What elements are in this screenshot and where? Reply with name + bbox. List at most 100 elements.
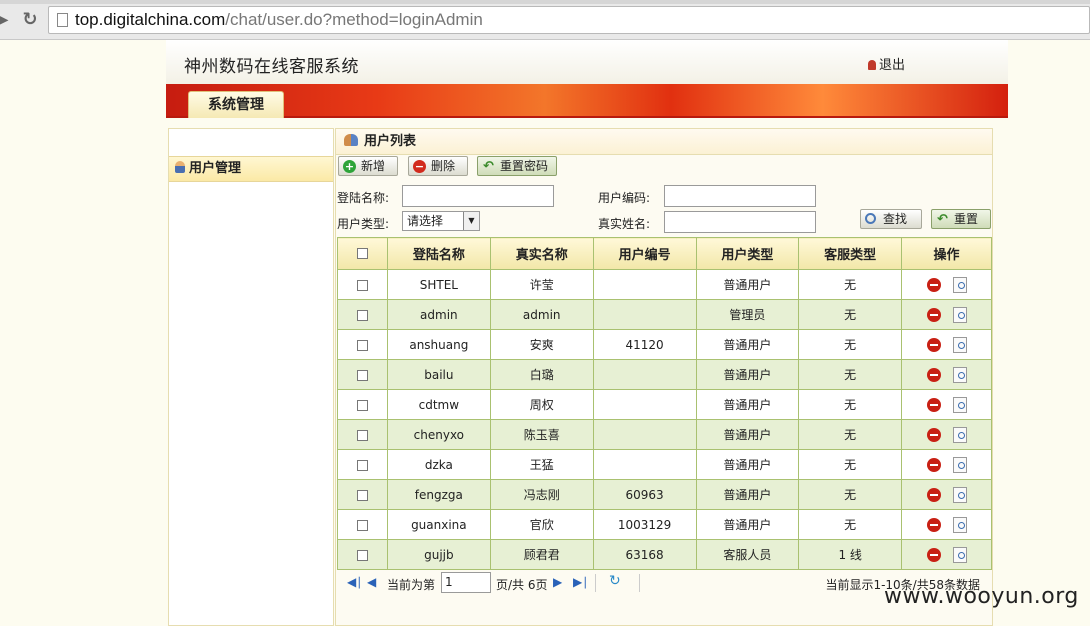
row-checkbox[interactable] xyxy=(356,519,368,531)
search-label: 查找 xyxy=(883,212,908,226)
row-checkbox[interactable] xyxy=(356,429,368,441)
last-page-icon[interactable]: ▶∣ xyxy=(573,575,588,589)
user-code-input[interactable] xyxy=(664,185,816,207)
view-details-icon[interactable] xyxy=(952,456,967,473)
sidebar-item-label: 用户管理 xyxy=(189,161,242,176)
table-row[interactable]: gujjb 顾君君 63168 客服人员 1 线 xyxy=(337,539,992,570)
tab-strip xyxy=(0,0,1090,4)
table-body: SHTEL 许莹 普通用户无 admin admin 管理员无 anshuang 安爽 4112… xyxy=(337,269,992,570)
delete-row-icon[interactable] xyxy=(926,397,941,412)
url-text[interactable]: top.digitalchina.com/chat/user.do?method… xyxy=(75,10,483,30)
delete-row-icon[interactable] xyxy=(926,517,941,532)
row-actions xyxy=(901,419,992,450)
chevron-down-icon[interactable]: ▼ xyxy=(463,212,479,230)
delete-row-icon[interactable] xyxy=(926,457,941,472)
col-header[interactable]: 真实名称 xyxy=(489,237,594,270)
row-select-cell xyxy=(337,449,388,480)
back-arrow-icon[interactable]: ▸ xyxy=(0,9,14,31)
user-type-select[interactable]: 请选择 ▼ xyxy=(402,211,480,231)
first-page-icon[interactable]: ◀∣ xyxy=(347,575,362,589)
tab-system-management[interactable]: 系统管理 xyxy=(188,91,284,118)
delete-row-icon[interactable] xyxy=(926,427,941,442)
row-checkbox[interactable] xyxy=(356,459,368,471)
view-details-icon[interactable] xyxy=(952,486,967,503)
delete-row-icon[interactable] xyxy=(926,307,941,322)
view-details-icon[interactable] xyxy=(952,306,967,323)
col-header[interactable]: 用户编号 xyxy=(592,237,697,270)
view-details-icon[interactable] xyxy=(952,366,967,383)
col-header[interactable]: 客服类型 xyxy=(798,237,903,270)
delete-button[interactable]: − 删除 xyxy=(408,156,468,176)
view-details-icon[interactable] xyxy=(952,276,967,293)
prev-page-icon[interactable]: ◀ xyxy=(367,575,376,589)
row-actions xyxy=(901,539,992,570)
user-table: 登陆名称 真实名称 用户编号 用户类型 客服类型 操作 SHTEL 许莹 普通用户无… xyxy=(337,237,992,570)
table-cell: guanxina xyxy=(386,509,491,540)
table-row[interactable]: guanxina 官欣 1003129 普通用户无 xyxy=(337,509,992,540)
table-cell: cdtmw xyxy=(386,389,491,420)
table-row[interactable]: SHTEL 许莹 普通用户无 xyxy=(337,269,992,300)
row-checkbox[interactable] xyxy=(356,339,368,351)
delete-row-icon[interactable] xyxy=(926,337,941,352)
table-cell: 无 xyxy=(798,329,903,360)
table-cell: 无 xyxy=(798,509,903,540)
page-number-input[interactable]: 1 xyxy=(441,572,491,593)
table-row[interactable]: dzka 王猛 普通用户无 xyxy=(337,449,992,480)
login-name-input[interactable] xyxy=(402,185,554,207)
view-details-icon[interactable] xyxy=(952,516,967,533)
reload-icon[interactable]: ↻ xyxy=(20,9,40,31)
view-details-icon[interactable] xyxy=(952,426,967,443)
row-checkbox[interactable] xyxy=(356,549,368,561)
col-header[interactable]: 用户类型 xyxy=(695,237,800,270)
table-cell: 60963 xyxy=(592,479,697,510)
view-details-icon[interactable] xyxy=(952,396,967,413)
table-row[interactable]: bailu 白璐 普通用户无 xyxy=(337,359,992,390)
table-row[interactable]: chenyxo 陈玉喜 普通用户无 xyxy=(337,419,992,450)
delete-row-icon[interactable] xyxy=(926,277,941,292)
row-checkbox[interactable] xyxy=(356,369,368,381)
row-actions xyxy=(901,269,992,300)
delete-row-icon[interactable] xyxy=(926,367,941,382)
table-row[interactable]: admin admin 管理员无 xyxy=(337,299,992,330)
table-cell xyxy=(592,419,697,450)
delete-row-icon[interactable] xyxy=(926,547,941,562)
reset-password-button[interactable]: ↶ 重置密码 xyxy=(477,156,557,176)
add-button[interactable]: + 新增 xyxy=(338,156,398,176)
row-checkbox[interactable] xyxy=(356,309,368,321)
row-checkbox[interactable] xyxy=(356,489,368,501)
table-row[interactable]: fengzga 冯志刚 60963 普通用户无 xyxy=(337,479,992,510)
table-row[interactable]: anshuang 安爽 41120 普通用户无 xyxy=(337,329,992,360)
row-actions xyxy=(901,389,992,420)
col-header: 操作 xyxy=(901,237,992,270)
table-cell: 无 xyxy=(798,299,903,330)
real-name-input[interactable] xyxy=(664,211,816,233)
table-cell: 普通用户 xyxy=(695,509,800,540)
real-name-label: 真实姓名: xyxy=(598,217,651,231)
refresh-icon[interactable]: ↻ xyxy=(609,573,621,589)
select-all-checkbox[interactable] xyxy=(356,248,368,259)
row-actions xyxy=(901,329,992,360)
row-select-cell xyxy=(337,329,388,360)
search-icon xyxy=(865,213,876,224)
app-header: 神州数码在线客服系统 退出 xyxy=(166,40,1008,84)
view-details-icon[interactable] xyxy=(952,546,967,563)
row-select-cell xyxy=(337,269,388,300)
search-button[interactable]: 查找 xyxy=(860,209,922,229)
reset-button[interactable]: ↶ 重置 xyxy=(931,209,991,229)
table-cell: 王猛 xyxy=(489,449,594,480)
col-header[interactable]: 登陆名称 xyxy=(386,237,491,270)
table-row[interactable]: cdtmw 周权 普通用户无 xyxy=(337,389,992,420)
row-checkbox[interactable] xyxy=(356,279,368,291)
table-cell: SHTEL xyxy=(386,269,491,300)
table-cell: bailu xyxy=(386,359,491,390)
table-cell: 普通用户 xyxy=(695,419,800,450)
address-bar[interactable]: top.digitalchina.com/chat/user.do?method… xyxy=(48,6,1090,34)
next-page-icon[interactable]: ▶ xyxy=(553,575,562,589)
delete-row-icon[interactable] xyxy=(926,487,941,502)
logout-link[interactable]: 退出 xyxy=(868,54,905,73)
row-checkbox[interactable] xyxy=(356,399,368,411)
sidebar-item-user-management[interactable]: 用户管理 xyxy=(169,156,333,182)
view-details-icon[interactable] xyxy=(952,336,967,353)
reset-label: 重置 xyxy=(954,212,979,226)
table-cell: 无 xyxy=(798,389,903,420)
